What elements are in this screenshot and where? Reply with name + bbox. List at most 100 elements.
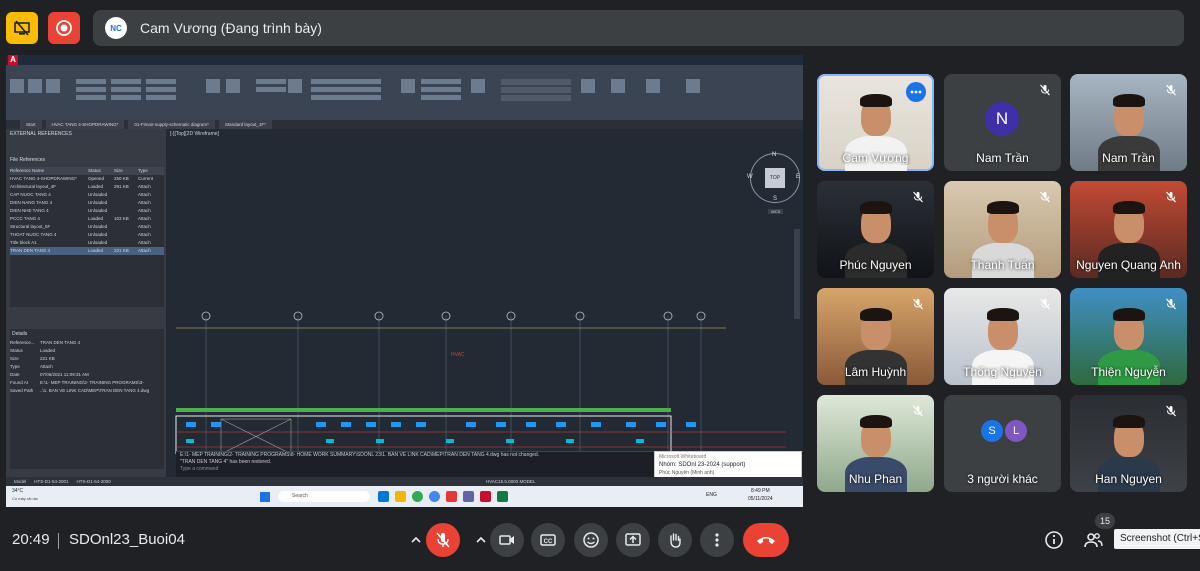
camera-toggle-button[interactable] [490, 523, 524, 557]
xref-cell: PCCC TANG 4 [10, 216, 40, 221]
file-tabs[interactable]: Start HVAC TANG 4-SHOPDRAWING* 01-Fimair-s… [6, 120, 803, 129]
viewcube-wcs[interactable]: WCS [768, 209, 784, 214]
meeting-details-button[interactable] [1044, 530, 1064, 555]
participant-tile[interactable]: Nam Trần [1070, 74, 1187, 171]
participant-tile[interactable]: Phúc Nguyen [817, 181, 934, 278]
xref-cell: 250 KB [114, 176, 129, 181]
muted-indicator [910, 189, 926, 205]
video-options-button[interactable] [470, 523, 492, 557]
participant-tile[interactable]: Nhu Phan [817, 395, 934, 492]
muted-indicator [1163, 403, 1179, 419]
participant-name: Thiện Nguyễn [1091, 365, 1166, 379]
participant-name: Lâm Huỳnh [844, 365, 907, 379]
layout-tab[interactable]: HTS-D1-54-2001 [34, 477, 68, 486]
details-key: Found At [10, 380, 29, 385]
participant-hair [1113, 94, 1145, 107]
viewcube-s: S [773, 196, 778, 202]
xref-row[interactable]: TRAN DEN TANG 4 Loaded 221 KB Attach [10, 247, 164, 255]
xref-row[interactable]: Structural layout_5F Unloaded Attach [10, 223, 164, 231]
more-options-button[interactable] [700, 523, 734, 557]
hvac-drawing-icon: HVAC [175, 311, 786, 454]
taskbar-lang[interactable]: ENG [706, 492, 717, 498]
windows-start-icon[interactable] [260, 492, 270, 502]
participant-tile[interactable]: Thống Nguyễn [944, 288, 1061, 385]
participant-name: Cam Vương [842, 151, 909, 165]
xref-row[interactable]: DIEN NANG TANG 4 Unloaded Attach [10, 199, 164, 207]
participant-tile[interactable]: Han Nguyen [1070, 395, 1187, 492]
participant-tile[interactable]: SL 3 người khác [944, 395, 1061, 492]
layout-tab[interactable]: Model [14, 477, 26, 486]
xref-cell: DIEN NHE TANG 4 [10, 208, 49, 213]
tile-options-button[interactable] [906, 82, 926, 102]
presenter-banner[interactable]: NC Cam Vương (Đang trình bày) [93, 10, 1184, 46]
file-tab[interactable]: Start [20, 120, 42, 129]
participant-tile[interactable]: Nguyen Quang Anh [1070, 181, 1187, 278]
participant-tile[interactable]: Thiện Nguyễn [1070, 288, 1187, 385]
xref-row[interactable]: Architectural layout_4F Loaded 291 KB Attac… [10, 183, 164, 191]
xref-table[interactable]: Reference Name Status Size Type HVAC TANG 4-… [10, 167, 164, 307]
taskbar-date: 05/11/2024 [748, 496, 773, 502]
participant-tile[interactable]: Thanh Tuấn [944, 181, 1061, 278]
ribbon-panel[interactable] [6, 65, 803, 130]
mic-off-icon [1040, 84, 1050, 96]
xref-row[interactable]: HVAC TANG 4-SHOPDRAWING* Opened 250 KB Curr… [10, 175, 164, 183]
drawing-viewport[interactable]: [-][Top][2D Wireframe] TOP N S E W WCS H… [166, 129, 803, 477]
file-tab[interactable]: Standard layout_1F* [218, 120, 272, 129]
file-tab[interactable]: 01-Fimair-supply-schematic diagram* [128, 120, 215, 129]
xref-column-header[interactable]: Size [114, 167, 138, 175]
xref-cell: DIEN NANG TANG 4 [10, 200, 53, 205]
reactions-button[interactable] [574, 523, 608, 557]
weather-temp[interactable]: 34°C [12, 488, 23, 494]
taskbar-time[interactable]: 8:49 PM [751, 488, 770, 494]
xref-cell [114, 207, 138, 215]
hand-icon [670, 533, 681, 548]
details-row: Status Loaded [10, 347, 164, 355]
viewcube-top[interactable]: TOP [765, 168, 785, 188]
participant-tile[interactable]: N Nam Trần [944, 74, 1061, 171]
participant-hair [1113, 415, 1145, 428]
xref-row[interactable]: DIEN NHE TANG 4 Unloaded Attach [10, 207, 164, 215]
record-button[interactable] [48, 12, 80, 44]
taskbar-apps-icon[interactable] [378, 491, 558, 502]
layout-tab[interactable]: HTS-D1-54-2000 [77, 477, 111, 486]
xref-row[interactable]: PCCC TANG 4 Loaded 103 KB Attach [10, 215, 164, 223]
xref-cell: Unloaded [88, 232, 108, 237]
raise-hand-button[interactable] [658, 523, 692, 557]
details-key: Status [10, 348, 23, 353]
xref-cell: 103 KB [114, 216, 129, 221]
xref-row[interactable]: THOAT NUOC TANG 4 Unloaded Attach [10, 231, 164, 239]
windows-taskbar[interactable]: 34°C Có mây rải rác Search ENG 8:49 PM 0… [6, 486, 803, 507]
present-screen-button[interactable] [616, 523, 650, 557]
leave-call-button[interactable] [743, 523, 789, 557]
participant-hair [1113, 308, 1145, 321]
xref-row[interactable]: CAP NUOC TANG 4 Unloaded Attach [10, 191, 164, 199]
xref-column-header[interactable]: Status [88, 167, 114, 175]
captions-button[interactable]: CC [531, 523, 565, 557]
taskbar-search[interactable]: Search [278, 491, 370, 502]
xref-cell: Unloaded [88, 240, 108, 245]
details-row: Size 221 KB [10, 355, 164, 363]
xref-row[interactable]: Title block A1 Unloaded Attach [10, 239, 164, 247]
viewcube[interactable]: TOP N S E W [747, 152, 800, 203]
xref-column-header[interactable]: Type [138, 167, 160, 175]
details-row: Date 07/06/2021 11:09:31 AM [10, 371, 164, 379]
mic-off-icon [913, 405, 923, 417]
notification-app: Microsoft Whiteboard [659, 454, 707, 460]
file-tab[interactable]: HVAC TANG 4-SHOPDRAWING* [45, 120, 125, 129]
participant-tile[interactable]: Lâm Huỳnh [817, 288, 934, 385]
xref-cell: Architectural layout_4F [10, 184, 57, 189]
participant-tile[interactable]: Cam Vương [817, 74, 934, 171]
layout-tabs[interactable]: Model HTS-D1-54-2001 HTS-D1-54-2000 [6, 477, 803, 486]
people-icon [1084, 533, 1103, 548]
details-key: Date [10, 372, 20, 377]
participant-name: Thống Nguyễn [963, 365, 1042, 379]
xref-column-header[interactable]: Reference Name [10, 167, 88, 175]
details-row: Type Attach [10, 363, 164, 371]
people-button[interactable] [1083, 530, 1103, 555]
external-references-palette[interactable]: EXTERNAL REFERENCES File References Refe… [6, 129, 166, 477]
participant-name: Nam Trần [976, 151, 1029, 165]
audio-options-button[interactable] [405, 523, 427, 557]
details-title: Details [12, 331, 28, 337]
screen-share-off-button[interactable] [6, 12, 38, 44]
mic-toggle-button[interactable] [426, 523, 460, 557]
